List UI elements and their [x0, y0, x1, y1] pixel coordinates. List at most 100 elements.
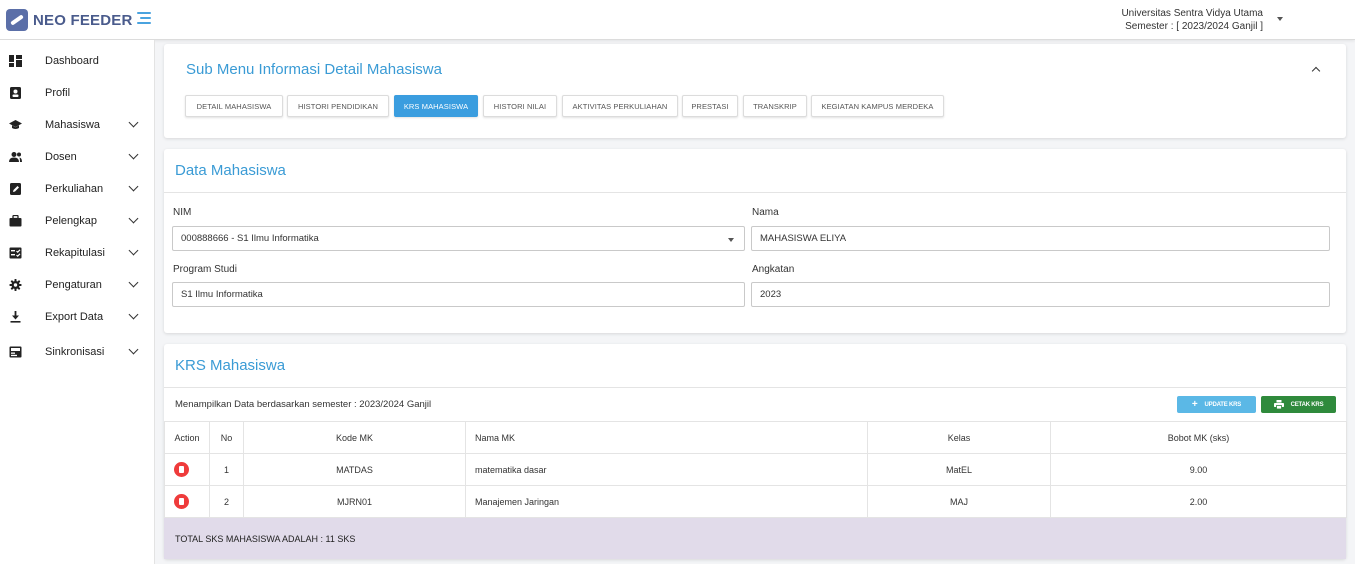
cell-bobot-mk: 9.00 — [1050, 453, 1347, 486]
prodi-label: Program Studi — [173, 264, 237, 275]
top-bar: NEO FEEDER Universitas Sentra Vidya Utam… — [0, 0, 1355, 40]
tab-histori-nilai[interactable]: HISTORI NILAI — [483, 95, 557, 117]
plus-icon: + — [1191, 399, 1198, 410]
nama-label: Nama — [752, 207, 779, 218]
table-header-row: Action No Kode MK Nama MK Kelas Bobot MK… — [164, 421, 1347, 454]
col-nama-mk: Nama MK — [465, 421, 868, 454]
nama-field[interactable]: MAHASISWA ELIYA — [751, 226, 1330, 251]
sidebar-item-dashboard[interactable]: Dashboard — [0, 47, 155, 75]
app-name: NEO FEEDER — [33, 11, 133, 29]
university-name: Universitas Sentra Vidya Utama — [1121, 8, 1263, 19]
caret-down-icon — [728, 238, 734, 242]
dashboard-icon — [9, 55, 22, 67]
chevron-down-icon — [128, 277, 139, 288]
krs-table: Action No Kode MK Nama MK Kelas Bobot MK… — [164, 421, 1347, 518]
prodi-value: S1 Ilmu Informatika — [181, 289, 263, 300]
sidebar-item-dosen[interactable]: Dosen — [0, 143, 155, 171]
tab-histori-pendidikan[interactable]: HISTORI PENDIDIKAN — [287, 95, 389, 117]
chevron-down-icon — [128, 309, 139, 320]
sidebar-item-label: Pelengkap — [45, 215, 97, 227]
tab-transkrip[interactable]: TRANSKRIP — [743, 95, 807, 117]
cetak-krs-label: CETAK KRS — [1290, 401, 1324, 408]
graduation-cap-icon — [9, 120, 22, 129]
profile-icon — [10, 87, 21, 99]
angkatan-field[interactable]: 2023 — [751, 282, 1330, 307]
submenu-title: Sub Menu Informasi Detail Mahasiswa — [186, 61, 442, 78]
chevron-down-icon — [128, 344, 139, 355]
cell-nama-mk: Manajemen Jaringan — [465, 485, 868, 518]
col-no: No — [209, 421, 244, 454]
angkatan-label: Angkatan — [752, 264, 795, 275]
sync-icon — [9, 346, 22, 358]
submenu-card — [164, 44, 1346, 138]
sidebar-item-label: Perkuliahan — [45, 183, 104, 195]
data-mahasiswa-title: Data Mahasiswa — [175, 162, 286, 179]
col-bobot-mk: Bobot MK (sks) — [1050, 421, 1347, 454]
angkatan-value: 2023 — [760, 289, 782, 300]
semester-label: Semester : [ 2023/2024 Ganjil ] — [1125, 21, 1263, 32]
cell-bobot-mk: 2.00 — [1050, 485, 1347, 518]
sidebar-item-sinkronisasi[interactable]: Sinkronisasi — [0, 338, 155, 366]
table-row: 1 MATDAS matematika dasar MatEL 9.00 — [164, 453, 1347, 486]
briefcase-icon — [9, 215, 22, 227]
card-divider — [164, 192, 1346, 193]
nim-label: NIM — [173, 207, 192, 218]
prodi-field[interactable]: S1 Ilmu Informatika — [172, 282, 745, 307]
sidebar-item-label: Dashboard — [45, 55, 99, 67]
sidebar: Dashboard Profil Mahasiswa Dosen Perkuli… — [0, 40, 155, 564]
cell-kode-mk: MJRN01 — [243, 485, 466, 518]
sidebar-item-mahasiswa[interactable]: Mahasiswa — [0, 111, 155, 139]
tab-aktivitas-perkuliahan[interactable]: AKTIVITAS PERKULIAHAN — [562, 95, 678, 117]
menu-toggle-icon[interactable] — [137, 12, 151, 24]
cetak-krs-button[interactable]: CETAK KRS — [1261, 396, 1336, 413]
nama-value: MAHASISWA ELIYA — [760, 233, 847, 244]
total-sks-row: TOTAL SKS MAHASISWA ADALAH : 11 SKS — [164, 518, 1346, 559]
chevron-down-icon — [128, 181, 139, 192]
total-sks-text: TOTAL SKS MAHASISWA ADALAH : 11 SKS — [175, 533, 356, 544]
caret-down-icon[interactable] — [1277, 17, 1283, 21]
users-icon — [9, 152, 22, 162]
action-cell — [164, 485, 210, 518]
sidebar-item-rekapitulasi[interactable]: Rekapitulasi — [0, 239, 155, 267]
col-action: Action — [164, 421, 210, 454]
sidebar-item-label: Rekapitulasi — [45, 247, 105, 259]
print-icon — [1273, 400, 1284, 409]
semester-info: Menampilkan Data berdasarkan semester : … — [175, 399, 432, 410]
tab-krs-mahasiswa[interactable]: KRS MAHASISWA — [394, 95, 478, 117]
download-icon — [10, 311, 21, 323]
delete-icon[interactable] — [174, 494, 189, 509]
krs-title: KRS Mahasiswa — [175, 357, 286, 374]
cell-nama-mk: matematika dasar — [465, 453, 868, 486]
sidebar-item-label: Profil — [45, 87, 71, 99]
sidebar-item-export-data[interactable]: Export Data — [0, 303, 155, 331]
sidebar-item-pelengkap[interactable]: Pelengkap — [0, 207, 155, 235]
sidebar-item-label: Dosen — [45, 151, 77, 163]
chevron-down-icon — [128, 245, 139, 256]
chevron-down-icon — [128, 213, 139, 224]
tab-prestasi[interactable]: PRESTASI — [682, 95, 738, 117]
nim-select[interactable]: 000888666 - S1 Ilmu Informatika — [172, 226, 745, 251]
col-kelas: Kelas — [867, 421, 1051, 454]
sidebar-item-perkuliahan[interactable]: Perkuliahan — [0, 175, 155, 203]
card-divider — [164, 387, 1346, 388]
cell-kelas: MatEL — [867, 453, 1051, 486]
sidebar-item-label: Mahasiswa — [45, 119, 101, 131]
chevron-down-icon — [128, 149, 139, 160]
sidebar-item-label: Export Data — [45, 311, 104, 323]
action-cell — [164, 453, 210, 486]
sidebar-item-label: Pengaturan — [45, 279, 102, 291]
table-row: 2 MJRN01 Manajemen Jaringan MAJ 2.00 — [164, 485, 1347, 518]
update-krs-label: UPDATE KRS — [1204, 401, 1242, 408]
logo[interactable]: NEO FEEDER — [6, 9, 133, 31]
sidebar-item-pengaturan[interactable]: Pengaturan — [0, 271, 155, 299]
university-info[interactable]: Universitas Sentra Vidya Utama Semester … — [1121, 7, 1263, 33]
edit-icon — [10, 183, 21, 195]
delete-icon[interactable] — [174, 462, 189, 477]
neo-feeder-logo-icon — [6, 9, 28, 31]
update-krs-button[interactable]: + UPDATE KRS — [1177, 396, 1256, 413]
cell-no: 2 — [209, 485, 244, 518]
nim-value: 000888666 - S1 Ilmu Informatika — [181, 233, 319, 244]
tab-kegiatan-kampus-merdeka[interactable]: KEGIATAN KAMPUS MERDEKA — [811, 95, 944, 117]
sidebar-item-profil[interactable]: Profil — [0, 79, 155, 107]
tab-detail-mahasiswa[interactable]: DETAIL MAHASISWA — [185, 95, 283, 117]
